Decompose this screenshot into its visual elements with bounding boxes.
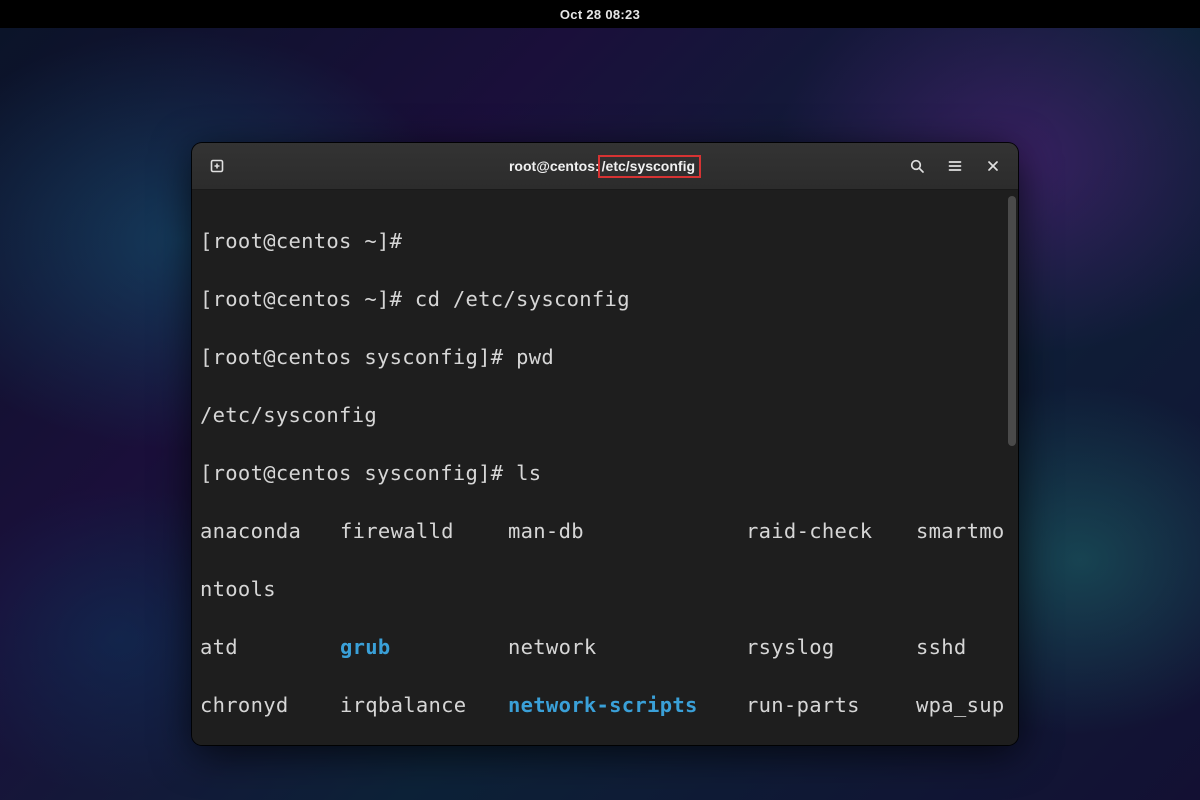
- ls-item: atd: [200, 633, 340, 662]
- cmd-pwd: pwd: [503, 345, 554, 369]
- ls-row: chronydirqbalancenetwork-scriptsrun-part…: [200, 691, 1012, 720]
- prompt: [root@centos ~]#: [200, 287, 402, 311]
- new-tab-icon: [209, 158, 225, 174]
- window-title: root@centos:/etc/sysconfig: [192, 155, 1018, 178]
- desktop-background: Oct 28 08:23 root@centos:/etc/sysconfig: [0, 0, 1200, 800]
- ls-row: anacondafirewalldman-dbraid-checksmartmo: [200, 517, 1012, 546]
- terminal-titlebar[interactable]: root@centos:/etc/sysconfig: [192, 143, 1018, 190]
- scrollbar-thumb[interactable]: [1008, 196, 1016, 446]
- ls-item: chronyd: [200, 691, 340, 720]
- prompt: [root@centos sysconfig]#: [200, 345, 503, 369]
- ls-item: rsyslog: [746, 633, 916, 662]
- new-tab-button[interactable]: [200, 149, 234, 183]
- cmd-cd: cd /etc/sysconfig: [402, 287, 630, 311]
- ls-item-wrap: ntools: [200, 577, 276, 601]
- ls-item: sshd: [916, 633, 1012, 662]
- ls-item: irqbalance: [340, 691, 508, 720]
- title-path-highlight: /etc/sysconfig: [598, 155, 701, 178]
- ls-item: smartmo: [916, 517, 1012, 546]
- ls-row: atdgrubnetworkrsyslogsshd: [200, 633, 1012, 662]
- prompt: [root@centos sysconfig]#: [200, 461, 503, 485]
- ls-item-dir: network-scripts: [508, 691, 746, 720]
- topbar-datetime: Oct 28 08:23: [560, 7, 640, 22]
- ls-item: raid-check: [746, 517, 916, 546]
- close-button[interactable]: [976, 149, 1010, 183]
- ls-item: firewalld: [340, 517, 508, 546]
- title-prefix: root@centos:: [509, 158, 600, 174]
- search-icon: [909, 158, 925, 174]
- ls-item: man-db: [508, 517, 746, 546]
- ls-item: anaconda: [200, 517, 340, 546]
- ls-item: run-parts: [746, 691, 916, 720]
- ls-item: network: [508, 633, 746, 662]
- cmd-ls: ls: [503, 461, 541, 485]
- gnome-topbar[interactable]: Oct 28 08:23: [0, 0, 1200, 28]
- terminal-output: [root@centos ~]# [root@centos ~]# cd /et…: [200, 198, 1012, 745]
- prompt: [root@centos ~]#: [200, 229, 402, 253]
- menu-button[interactable]: [938, 149, 972, 183]
- pwd-output: /etc/sysconfig: [200, 403, 377, 427]
- search-button[interactable]: [900, 149, 934, 183]
- ls-item: wpa_sup: [916, 691, 1012, 720]
- terminal-body[interactable]: [root@centos ~]# [root@centos ~]# cd /et…: [192, 190, 1018, 745]
- terminal-window: root@centos:/etc/sysconfig: [192, 143, 1018, 745]
- ls-item-dir: grub: [340, 633, 508, 662]
- hamburger-icon: [947, 158, 963, 174]
- close-icon: [986, 159, 1000, 173]
